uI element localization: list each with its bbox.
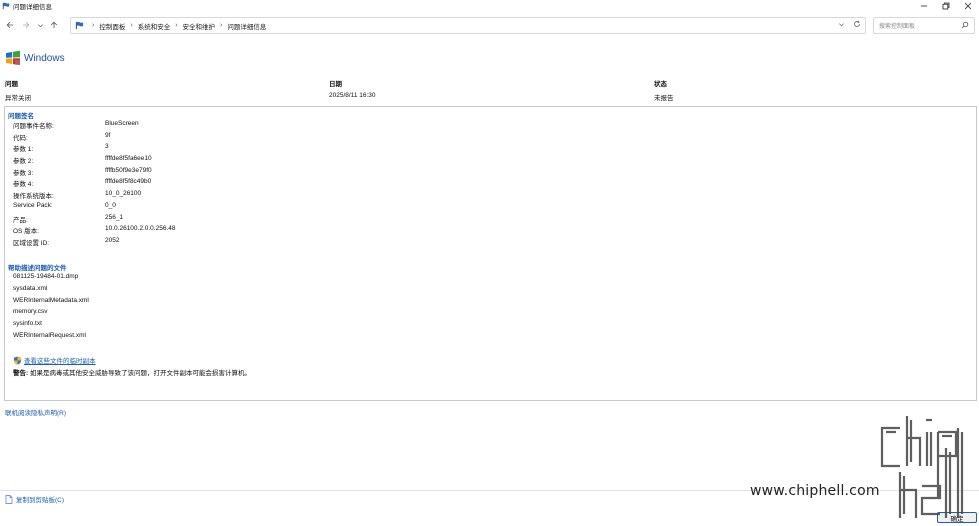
- close-button[interactable]: [957, 0, 979, 12]
- warning-prefix: 警告:: [13, 370, 29, 377]
- problem-summary: 问题 异常关闭 日期 2025/8/11 16:30 状态 未报告: [0, 78, 979, 102]
- problem-label: 问题: [5, 81, 18, 88]
- problem-column: 问题 异常关闭: [5, 78, 31, 102]
- warning-text: 警告: 如果是病毒或其他安全威胁导致了该问题，打开文件副本可能会损害计算机。: [13, 367, 251, 377]
- copy-to-clipboard-link[interactable]: 复制到剪贴板(C): [5, 494, 64, 504]
- chevron-down-icon[interactable]: [838, 21, 845, 28]
- flag-icon: [2, 2, 10, 10]
- date-value: 2025/8/11 16:30: [329, 92, 376, 99]
- warning-message: 如果是病毒或其他安全威胁导致了该问题，打开文件副本可能会损害计算机。: [28, 370, 251, 377]
- close-icon: [964, 2, 972, 10]
- arrow-right-icon: [23, 21, 30, 29]
- refresh-icon[interactable]: [853, 20, 861, 28]
- signature-value: 2052: [105, 236, 120, 244]
- signature-value: 9f: [105, 131, 111, 139]
- maximize-button[interactable]: [935, 0, 957, 12]
- signature-key: Service Pack:: [13, 201, 53, 209]
- chiphell-logo-icon: [880, 416, 964, 518]
- title-bar: 问题详细信息: [0, 0, 979, 12]
- list-item: sysdata.xml: [13, 284, 48, 292]
- breadcrumb-separator-icon[interactable]: ›: [220, 22, 222, 29]
- arrow-up-icon: [50, 21, 58, 28]
- signature-key: 参数 2:: [13, 158, 34, 166]
- signature-value: 3: [105, 143, 109, 151]
- signature-key: 产品:: [13, 216, 28, 224]
- signature-key: 参数 3:: [13, 169, 34, 177]
- list-item: memory.csv: [13, 308, 48, 316]
- watermark-url: www.chiphell.com: [750, 483, 880, 499]
- chevron-down-icon: [37, 23, 43, 27]
- signature-value: BlueScreen: [105, 120, 139, 127]
- window-title: 问题详细信息: [13, 4, 52, 11]
- signature-value: ffffde8f5fa6ee10: [105, 155, 152, 163]
- view-temp-copy-link[interactable]: 查看这些文件的临时副本: [13, 355, 96, 365]
- address-bar-actions: [838, 20, 861, 28]
- watermark: www.chiphell.com: [750, 408, 979, 526]
- list-item: sysinfo.txt: [13, 320, 42, 328]
- signature-value: 0_0: [105, 201, 116, 209]
- status-value: 未报告: [654, 95, 674, 102]
- ok-button[interactable]: 确定: [937, 512, 977, 523]
- signature-value: 10_0_26100: [105, 190, 142, 198]
- arrow-left-icon: [6, 21, 13, 29]
- signature-key: OS 版本:: [13, 228, 40, 236]
- page-title: Windows: [24, 52, 65, 64]
- signature-value: 256_1: [105, 213, 124, 221]
- list-item: 081125-19484-01.dmp: [13, 273, 79, 280]
- restore-icon: [942, 2, 950, 10]
- problem-value: 异常关闭: [5, 95, 31, 102]
- signature-key: 参数 4:: [13, 181, 34, 189]
- breadcrumb: › 控制面板 › 系统和安全 › 安全和维护 › 问题详细信息: [87, 21, 266, 31]
- signature-key: 操作系统版本:: [13, 193, 54, 201]
- uac-shield-icon: [13, 355, 22, 365]
- breadcrumb-system-security[interactable]: 系统和安全: [138, 21, 171, 31]
- up-button[interactable]: [48, 18, 60, 32]
- signature-value: ffffb50f9e3e79f0: [105, 166, 152, 174]
- minimize-icon: [921, 5, 927, 7]
- back-button[interactable]: [4, 18, 16, 32]
- footer-divider: [0, 490, 979, 491]
- breadcrumb-separator-icon[interactable]: ›: [130, 22, 132, 29]
- search-placeholder: 搜索控制面板: [879, 24, 916, 30]
- date-column: 日期 2025/8/11 16:30: [329, 78, 376, 99]
- signature-key: 代码:: [13, 134, 28, 142]
- date-label: 日期: [329, 81, 342, 88]
- signature-value: 10.0.26100.2.0.0.256.48: [105, 225, 176, 233]
- breadcrumb-security-maintenance[interactable]: 安全和维护: [183, 21, 216, 31]
- breadcrumb-separator-icon: ›: [92, 22, 95, 29]
- navigation-bar: › 控制面板 › 系统和安全 › 安全和维护 › 问题详细信息 搜索控制面板: [0, 14, 979, 36]
- search-input[interactable]: 搜索控制面板: [873, 17, 975, 34]
- copy-to-clipboard-label[interactable]: 复制到剪贴板(C): [16, 494, 64, 504]
- signature-key: 区域设置 ID:: [13, 239, 50, 247]
- signature-key: 问题事件名称:: [13, 123, 54, 130]
- status-column: 状态 未报告: [654, 78, 674, 102]
- list-item: WERInternalMetadata.xml: [13, 296, 89, 304]
- page-header: Windows: [5, 50, 65, 66]
- details-panel[interactable]: 问题签名 问题事件名称: BlueScreen 代码: 9f 参数 1: 3 参数 2…: [4, 106, 977, 401]
- status-label: 状态: [654, 81, 667, 88]
- breadcrumb-control-panel[interactable]: 控制面板: [99, 21, 125, 31]
- list-item: WERInternalRequest.xml: [13, 331, 86, 339]
- breadcrumb-problem-details[interactable]: 问题详细信息: [227, 21, 266, 31]
- file-list: 081125-19484-01.dmp sysdata.xml WERInter…: [13, 273, 89, 344]
- signature-section-title: 问题签名: [8, 113, 34, 120]
- recent-locations-button[interactable]: [34, 18, 46, 32]
- privacy-statement-link[interactable]: 联机阅读隐私声明(R): [5, 407, 66, 417]
- signature-value: ffffde8f5f8c49b0: [105, 178, 152, 186]
- view-temp-copy-text[interactable]: 查看这些文件的临时副本: [24, 355, 96, 365]
- minimize-button[interactable]: [913, 0, 935, 12]
- search-icon: [961, 21, 969, 29]
- windows-logo-icon: [6, 50, 20, 65]
- address-bar[interactable]: › 控制面板 › 系统和安全 › 安全和维护 › 问题详细信息: [70, 17, 866, 34]
- signature-key: 参数 1:: [13, 146, 34, 154]
- window-controls: [913, 0, 979, 12]
- breadcrumb-separator-icon[interactable]: ›: [175, 22, 177, 29]
- forward-button[interactable]: [20, 18, 32, 32]
- files-section-title: 帮助描述问题的文件: [8, 265, 67, 272]
- control-panel-flag-icon: [75, 21, 84, 30]
- document-icon: [5, 494, 13, 504]
